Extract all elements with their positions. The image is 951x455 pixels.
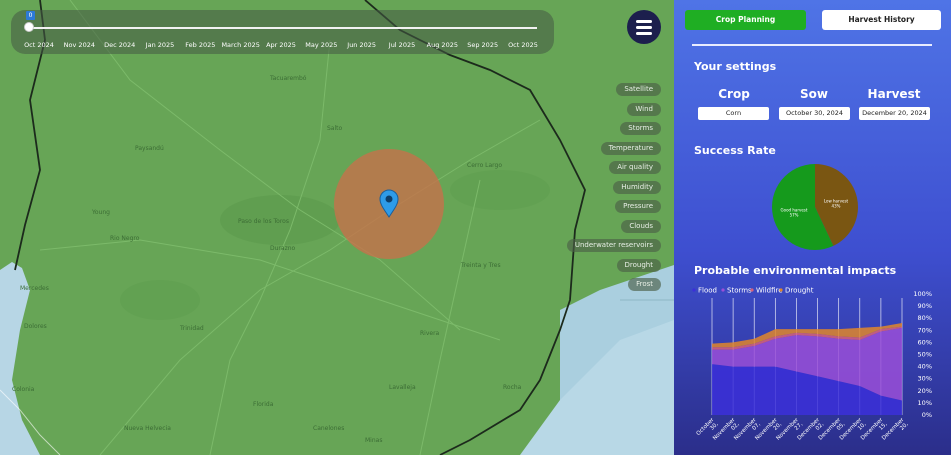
place-label: Young [92, 209, 110, 216]
legend-item[interactable]: Flood [698, 287, 717, 295]
layer-button-humidity[interactable]: Humidity [613, 180, 661, 194]
timeline-month-label[interactable]: Jul 2025 [389, 41, 415, 49]
timeline-month-label[interactable]: March 2025 [221, 41, 259, 49]
layer-button-satellite[interactable]: Satellite [616, 83, 661, 96]
y-tick-label: 100% [913, 290, 932, 298]
divider [692, 44, 932, 46]
layer-button-clouds[interactable]: Clouds [621, 219, 661, 233]
map-view[interactable]: Tacuarembó Paysandú Young Rio Negro Paso… [0, 0, 674, 455]
place-label: Paso de los Toros [238, 218, 289, 225]
layer-button-underwater-reservoirs[interactable]: Underwater reservoirs [566, 239, 661, 252]
pie-slice-value: 57% [790, 213, 799, 218]
place-label: Rio Negro [110, 235, 140, 242]
y-tick-label: 10% [918, 399, 932, 407]
timeline-slider[interactable]: 0 Oct 2024 Nov 2024 Dec 2024 Jan 2025 Feb 20… [11, 10, 554, 54]
harvest-date-field[interactable]: December 20, 2024 [859, 107, 930, 120]
y-tick-label: 80% [918, 314, 932, 322]
y-tick-label: 30% [918, 375, 932, 383]
hamburger-icon [636, 20, 652, 23]
timeline-month-label[interactable]: Dec 2024 [104, 41, 135, 49]
layer-button-drought[interactable]: Drought [616, 258, 661, 272]
legend-marker [750, 288, 754, 292]
impacts-area-chart: Flood Storms Wildfire Drought 0% 10% 20% 30% 40%… [692, 287, 932, 446]
timeline-current-badge: 0 [26, 11, 35, 20]
legend-item[interactable]: Storms [727, 287, 752, 295]
layer-button-frost[interactable]: Frost [628, 278, 661, 291]
y-tick-label: 40% [918, 363, 932, 371]
layer-button-wind[interactable]: Wind [627, 102, 661, 116]
place-label: Treinta y Tres [461, 262, 501, 269]
timeline-month-label[interactable]: Apr 2025 [266, 41, 296, 49]
place-label: Rocha [503, 384, 522, 391]
timeline-month-label[interactable]: Jan 2025 [146, 41, 175, 49]
timeline-handle[interactable] [24, 22, 34, 32]
crop-label: Crop [718, 87, 750, 101]
impacts-title: Probable environmental impacts [694, 264, 897, 277]
place-label: Dolores [24, 323, 47, 330]
menu-button[interactable] [627, 10, 661, 44]
place-label: Tacuarembó [270, 75, 307, 82]
harvest-label: Harvest [867, 87, 921, 101]
x-tick-label: December20, [881, 417, 910, 446]
legend-item[interactable]: Wildfire [756, 287, 783, 295]
legend-marker [721, 288, 725, 292]
y-tick-label: 20% [918, 387, 932, 395]
legend-item[interactable]: Drought [785, 287, 814, 295]
legend-marker [779, 288, 783, 292]
tab-crop-planning[interactable]: Crop Planning [685, 10, 806, 30]
place-label: Rivera [420, 330, 440, 337]
tab-harvest-history[interactable]: Harvest History [822, 10, 941, 30]
success-rate-pie-chart: Low harvest43%Good harvest57% [772, 164, 858, 250]
timeline-month-label[interactable]: Aug 2025 [427, 41, 458, 49]
timeline-track[interactable] [29, 27, 537, 29]
success-rate-title: Success Rate [694, 144, 776, 157]
crop-field[interactable]: Corn [698, 107, 769, 120]
sow-date-field[interactable]: October 30, 2024 [779, 107, 850, 120]
timeline-month-label[interactable]: Nov 2024 [64, 41, 95, 49]
y-tick-label: 90% [918, 302, 932, 310]
place-label: Paysandú [135, 145, 164, 152]
y-tick-label: 60% [918, 338, 932, 346]
place-label: Salto [327, 125, 343, 132]
map-base [0, 0, 674, 455]
place-label: Durazno [270, 245, 296, 252]
side-panel: Crop Planning Harvest History Your setti… [674, 0, 951, 455]
timeline-month-label[interactable]: Jun 2025 [347, 41, 376, 49]
hamburger-icon [636, 32, 652, 35]
y-tick-label: 70% [918, 326, 932, 334]
place-label: Mercedes [20, 285, 49, 292]
timeline-month-label[interactable]: Oct 2024 [24, 41, 54, 49]
y-tick-label: 0% [922, 411, 932, 419]
place-label: Lavalleja [389, 384, 416, 391]
place-label: Cerro Largo [467, 162, 503, 169]
hamburger-icon [636, 26, 652, 29]
timeline-month-label[interactable]: Oct 2025 [508, 41, 538, 49]
timeline-month-label[interactable]: Sep 2025 [467, 41, 498, 49]
place-label: Colonia [12, 386, 35, 393]
place-label: Canelones [313, 425, 345, 432]
layer-button-temperature[interactable]: Temperature [600, 141, 661, 155]
place-label: Nueva Helvecia [124, 425, 171, 432]
place-label: Trinidad [180, 325, 204, 332]
layer-button-pressure[interactable]: Pressure [615, 200, 661, 213]
sow-label: Sow [800, 87, 828, 101]
y-tick-label: 50% [918, 351, 932, 359]
legend-marker [692, 288, 696, 292]
layer-button-storms[interactable]: Storms [620, 122, 661, 135]
timeline-month-label[interactable]: May 2025 [305, 41, 337, 49]
place-label: Florida [253, 401, 274, 408]
settings-title: Your settings [694, 60, 777, 73]
layer-button-air-quality[interactable]: Air quality [609, 161, 661, 174]
place-label: Minas [365, 437, 383, 444]
pie-slice-value: 43% [832, 203, 841, 208]
timeline-month-label[interactable]: Feb 2025 [185, 41, 215, 49]
